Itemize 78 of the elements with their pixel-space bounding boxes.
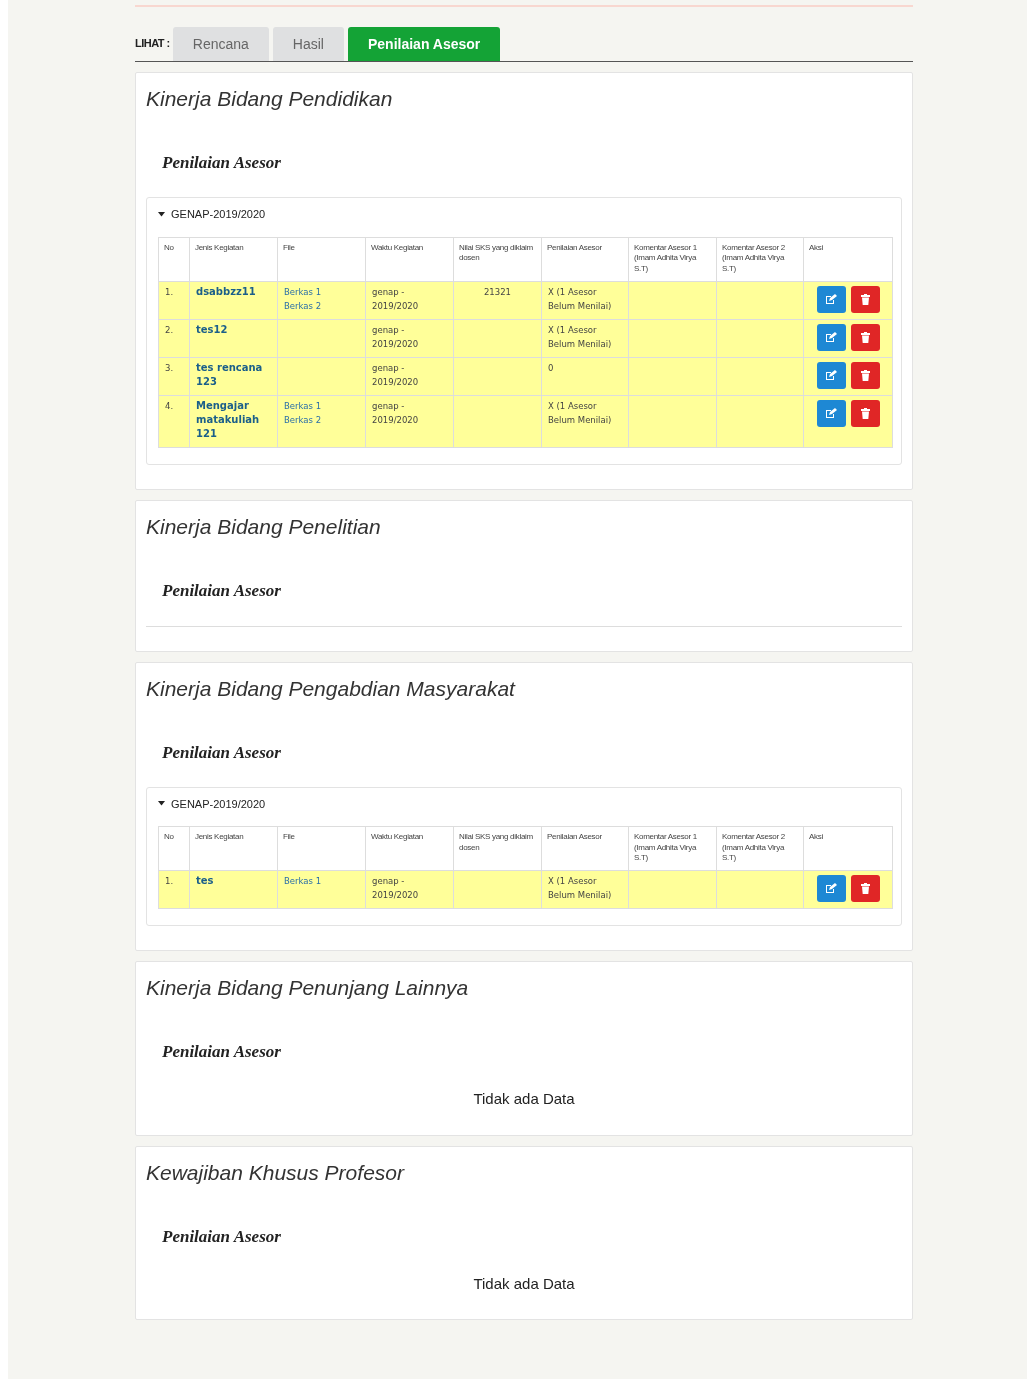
trash-icon	[860, 407, 870, 419]
column-header: Jenis Kegiatan	[189, 237, 278, 281]
table-cell: X (1 Asesor Belum Menilai)	[541, 870, 629, 909]
column-header: Penilaian Asesor	[541, 826, 629, 871]
file-link[interactable]: Berkas 2	[284, 412, 359, 427]
table-cell: genap - 2019/2020	[365, 870, 454, 909]
tab[interactable]: Hasil	[272, 27, 344, 61]
trash-icon	[860, 293, 870, 305]
group-label[interactable]: GENAP-2019/2020	[171, 206, 266, 223]
trash-icon	[860, 883, 870, 894]
edit-icon	[825, 369, 837, 381]
edit-icon	[825, 293, 837, 305]
row-number: 4.	[158, 395, 190, 447]
table-cell: genap - 2019/2020	[365, 395, 454, 447]
table-cell: X (1 Asesor Belum Menilai)	[541, 319, 629, 357]
file-link[interactable]: Berkas 2	[284, 298, 359, 313]
column-header: Nilai SKS yang diklaim dosen	[453, 826, 542, 871]
table-cell: genap - 2019/2020	[365, 281, 454, 319]
edit-button[interactable]	[816, 323, 846, 351]
column-header: No	[158, 237, 190, 281]
column-header: Komentar Asesor 2 (Imam Adhita Virya S.T)	[716, 826, 804, 871]
section-title: Kewajiban Khusus Profesor	[146, 1159, 406, 1186]
row-number: 1.	[158, 870, 190, 909]
view-label: LIHAT :	[135, 35, 170, 51]
file-link[interactable]: Berkas 1	[284, 398, 359, 413]
table-cell: 21321	[453, 281, 542, 319]
section-subtitle: Penilaian Asesor	[162, 1226, 282, 1247]
section-title: Kinerja Bidang Pengabdian Masyarakat	[146, 675, 517, 702]
delete-button[interactable]	[850, 399, 880, 427]
group-label[interactable]: GENAP-2019/2020	[171, 795, 266, 812]
column-header: Nilai SKS yang diklaim dosen	[453, 237, 542, 281]
delete-button[interactable]	[850, 361, 880, 389]
edit-button[interactable]	[816, 399, 846, 427]
row-number: 3.	[158, 357, 190, 395]
tab[interactable]: Penilaian Asesor	[347, 27, 501, 61]
column-header: Waktu Kegiatan	[365, 237, 454, 281]
column-header: Penilaian Asesor	[541, 237, 629, 281]
table-cell: X (1 Asesor Belum Menilai)	[541, 281, 629, 319]
column-header: Komentar Asesor 1 (Imam Adhita Virya S.T)	[628, 237, 717, 281]
section-subtitle: Penilaian Asesor	[162, 1042, 282, 1062]
column-header: Waktu Kegiatan	[365, 826, 454, 871]
caret-icon[interactable]	[158, 801, 165, 807]
section-title: Kinerja Bidang Penunjang Lainnya	[146, 975, 470, 1001]
column-header: Komentar Asesor 1 (Imam Adhita Virya S.T)	[628, 826, 717, 871]
section-subtitle: Penilaian Asesor	[162, 153, 282, 173]
section-title: Kinerja Bidang Penelitian	[146, 513, 382, 540]
row-number: 2.	[158, 319, 190, 357]
edit-button[interactable]	[816, 875, 846, 902]
tab[interactable]: Rencana	[172, 27, 269, 61]
empty-message: Tidak ada Data	[472, 1089, 576, 1109]
edit-button[interactable]	[816, 285, 846, 313]
trash-icon	[860, 331, 870, 343]
table-cell: 0	[541, 357, 629, 395]
column-header: Aksi	[803, 237, 893, 281]
column-header: Komentar Asesor 2 (Imam Adhita Virya S.T)	[716, 237, 804, 281]
edit-icon	[825, 407, 837, 419]
file-link[interactable]: Berkas 1	[284, 284, 359, 299]
column-header: Aksi	[803, 826, 893, 871]
trash-icon	[860, 369, 870, 381]
edit-icon	[825, 331, 837, 343]
section-subtitle: Penilaian Asesor	[162, 742, 282, 763]
table-cell: X (1 Asesor Belum Menilai)	[541, 395, 629, 447]
column-header: File	[277, 237, 366, 281]
section-title: Kinerja Bidang Pendidikan	[146, 86, 394, 112]
column-header: No	[158, 826, 190, 871]
delete-button[interactable]	[850, 875, 880, 902]
column-header: Jenis Kegiatan	[189, 826, 278, 871]
delete-button[interactable]	[850, 323, 880, 351]
table-cell: genap - 2019/2020	[365, 357, 454, 395]
caret-icon[interactable]	[158, 211, 165, 217]
edit-button[interactable]	[816, 361, 846, 389]
edit-icon	[825, 883, 837, 894]
column-header: File	[277, 826, 366, 871]
section-subtitle: Penilaian Asesor	[162, 580, 282, 601]
table-cell: genap - 2019/2020	[365, 319, 454, 357]
row-number: 1.	[158, 281, 190, 319]
delete-button[interactable]	[850, 285, 880, 313]
empty-message: Tidak ada Data	[472, 1273, 576, 1294]
